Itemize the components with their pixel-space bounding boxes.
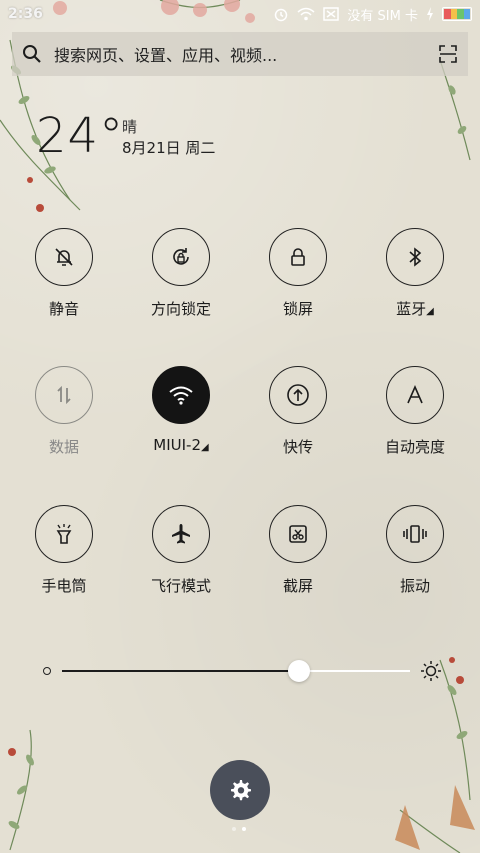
toggle-airplane[interactable]: 飞行模式 [126,505,236,596]
toggle-bluetooth-label-wrap: 蓝牙◢ [396,298,434,319]
toggle-silent-label: 静音 [48,300,79,318]
toggle-lock-screen-label: 锁屏 [282,300,313,318]
page-dot [232,827,236,831]
toggle-bluetooth[interactable]: 蓝牙◢ [360,228,470,319]
toggle-rotation-lock-label: 方向锁定 [150,300,211,318]
brightness-min-icon [43,667,51,675]
toggle-vibrate[interactable]: 振动 [360,505,470,596]
airplane-icon [172,524,190,544]
weather-condition: 晴 [122,118,138,136]
gear-icon [231,780,251,801]
status-icons: 没有 SIM 卡 [273,5,472,24]
toggle-screenshot-button[interactable] [269,505,327,563]
toggle-vibrate-button[interactable] [386,505,444,563]
page-indicator [232,827,246,831]
toggle-mobile-data-label: 数据 [48,438,79,456]
toggle-quick-share-button[interactable] [269,366,327,424]
toggle-wifi-label: MIUI-2 [153,436,202,454]
bluetooth-icon [409,247,422,267]
toggle-auto-brightness-label: 自动亮度 [384,438,445,456]
toggle-bluetooth-button[interactable] [386,228,444,286]
toggle-rotation-lock[interactable]: 方向锁定 [126,228,236,319]
search-icon [23,45,41,63]
alarm-icon [275,8,288,22]
no-sim-icon [323,7,340,21]
toggle-wifi[interactable]: MIUI-2◢ [126,366,236,454]
toggle-mobile-data-button[interactable] [35,366,93,424]
carrier-text: 没有 SIM 卡 [347,8,418,24]
rotation-lock-icon [173,248,189,265]
flashlight-icon [56,524,72,544]
expand-arrow-icon: ◢ [426,306,434,317]
status-time: 2:36 [8,6,43,22]
toggle-screenshot-label: 截屏 [282,577,313,595]
toggle-rotation-lock-button[interactable] [152,228,210,286]
bell-off-icon [55,248,73,266]
toggle-mobile-data[interactable]: 数据 [9,366,119,457]
brightness-track-filled [62,670,299,672]
toggle-screenshot[interactable]: 截屏 [243,505,353,596]
page-dot-active [242,827,246,831]
toggle-lock-screen-button[interactable] [269,228,327,286]
toggle-airplane-button[interactable] [152,505,210,563]
status-bar: 2:36 没有 SIM 卡 [0,0,480,28]
scan-icon[interactable] [438,44,458,64]
toggle-silent-button[interactable] [35,228,93,286]
quick-share-icon [287,384,309,406]
toggle-flashlight-label: 手电筒 [41,577,87,595]
toggle-airplane-label: 飞行模式 [150,577,211,595]
toggle-flashlight[interactable]: 手电筒 [9,505,119,596]
date-text: 8月21日 周二 [122,139,216,157]
search-bar[interactable]: 搜索网页、设置、应用、视频... [12,32,468,76]
toggle-auto-brightness[interactable]: 自动亮度 [360,366,470,457]
auto-brightness-icon [407,385,423,404]
toggle-quick-share[interactable]: 快传 [243,366,353,457]
mobile-data-icon [57,385,71,405]
brightness-thumb[interactable] [287,660,310,682]
temperature[interactable]: 24° [36,108,124,164]
toggle-auto-brightness-button[interactable] [386,366,444,424]
vibrate-icon [403,525,427,543]
brightness-max-icon [421,661,441,681]
wifi-status-icon [297,7,315,21]
search-placeholder: 搜索网页、设置、应用、视频... [54,46,278,65]
charging-icon [427,7,433,21]
battery-icon [442,7,472,21]
toggle-vibrate-label: 振动 [399,577,430,595]
toggle-flashlight-button[interactable] [35,505,93,563]
toggle-wifi-button[interactable] [152,366,210,424]
brightness-track-rest [298,670,410,672]
toggle-lock-screen[interactable]: 锁屏 [243,228,353,319]
screenshot-icon [289,525,307,543]
settings-button[interactable] [210,760,270,820]
wifi-icon [169,386,193,405]
toggle-wifi-label-wrap: MIUI-2◢ [153,436,208,454]
toggle-quick-share-label: 快传 [282,438,313,456]
toggle-silent[interactable]: 静音 [9,228,119,319]
expand-arrow-icon: ◢ [201,442,209,453]
toggle-bluetooth-label: 蓝牙 [396,300,427,318]
brightness-slider[interactable] [40,660,444,682]
lock-icon [291,248,305,266]
